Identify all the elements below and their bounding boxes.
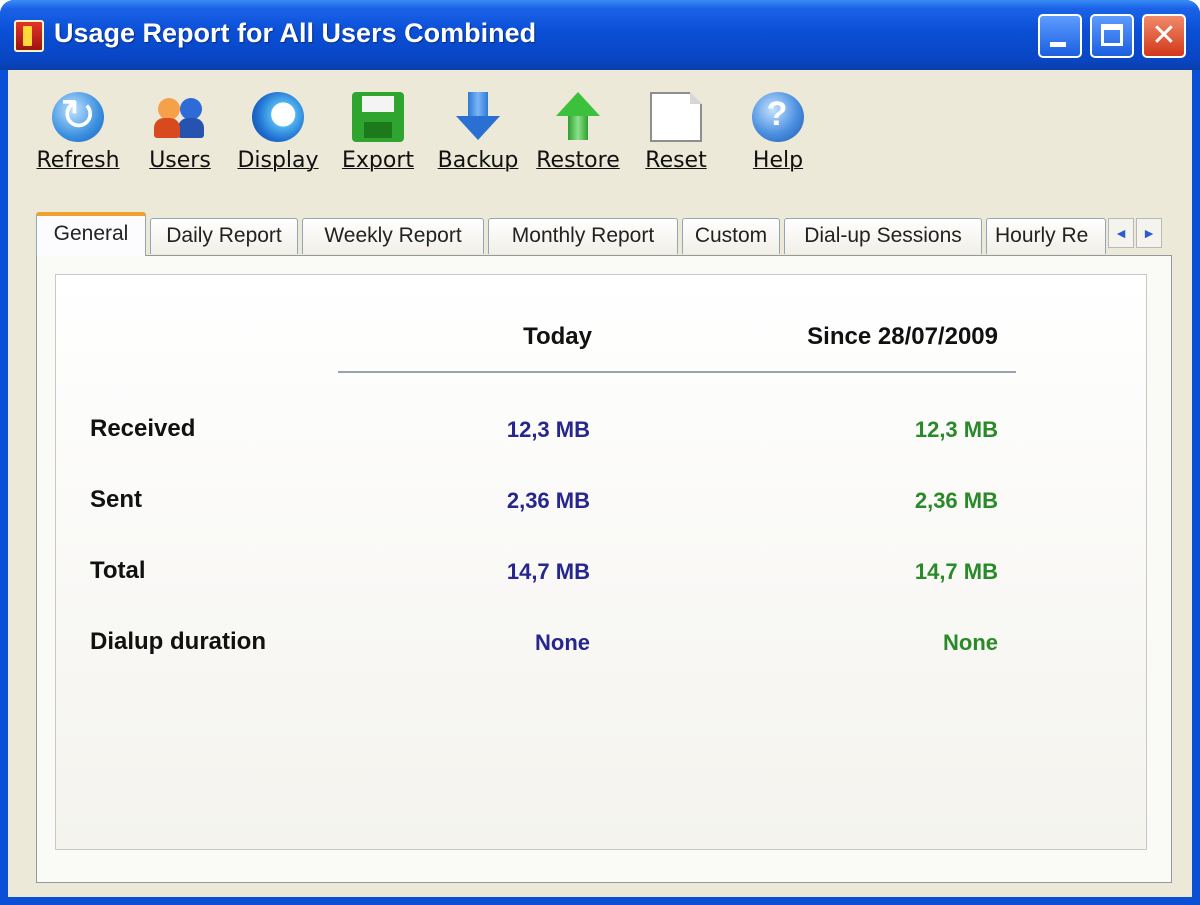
reset-button[interactable]: Reset [624,92,728,192]
row-label-dialup-duration: Dialup duration [90,628,266,655]
arrow-up-icon [552,92,604,142]
sent-today-value: 2,36 MB [506,488,590,513]
usage-report-window: Usage Report for All Users Combined ✕ Re… [0,0,1200,905]
dialup-since-value: None [943,630,998,655]
sent-since-value: 2,36 MB [914,488,998,513]
refresh-icon [52,90,104,142]
tab-monthly-report[interactable]: Monthly Report [488,218,678,254]
save-icon [352,92,404,142]
tab-custom[interactable]: Custom [682,218,780,254]
tab-dial-up-sessions[interactable]: Dial-up Sessions [784,218,982,254]
tab-general[interactable]: General [36,212,146,256]
restore-button[interactable]: Restore [526,92,630,192]
general-panel: Today Since 28/07/2009 Received 12,3 MB … [55,274,1147,850]
backup-label: Backup [437,148,519,173]
total-since-value: 14,7 MB [914,559,998,584]
toolbar: Refresh Users Display Export Backup Rest… [8,70,1192,200]
tab-content: Today Since 28/07/2009 Received 12,3 MB … [36,255,1172,883]
restore-label: Restore [536,148,620,173]
display-label: Display [237,148,319,173]
display-icon [252,92,304,142]
users-button[interactable]: Users [128,92,232,192]
export-label: Export [341,148,414,173]
tab-scroll-right-icon[interactable]: ► [1136,218,1162,248]
received-since-value: 12,3 MB [914,417,998,442]
column-header-since: Since 28/07/2009 [807,323,998,350]
app-icon[interactable] [14,20,44,52]
close-icon: ✕ [1151,19,1177,52]
tab-hourly-report[interactable]: Hourly Re [986,218,1106,254]
arrow-down-icon [452,92,504,142]
total-today-value: 14,7 MB [506,559,590,584]
maximize-icon [1101,24,1123,46]
dialup-today-value: None [535,630,590,655]
header-divider [338,371,1016,373]
tab-strip: General Daily Report Weekly Report Month… [36,212,1181,256]
export-button[interactable]: Export [326,92,430,192]
help-icon [752,92,804,142]
close-button[interactable]: ✕ [1142,14,1186,58]
display-button[interactable]: Display [226,92,330,192]
users-label: Users [149,148,211,173]
title-bar[interactable]: Usage Report for All Users Combined ✕ [0,0,1200,70]
help-label: Help [752,148,804,173]
blank-page-icon [650,92,702,142]
minimize-button[interactable] [1038,14,1082,58]
tab-daily-report[interactable]: Daily Report [150,218,298,254]
tab-scroll-left-icon[interactable]: ◄ [1108,218,1134,248]
received-today-value: 12,3 MB [506,417,590,442]
row-label-total: Total [90,557,146,584]
row-label-sent: Sent [90,486,143,513]
help-button[interactable]: Help [726,92,830,192]
maximize-button[interactable] [1090,14,1134,58]
refresh-button[interactable]: Refresh [26,90,130,192]
backup-button[interactable]: Backup [426,92,530,192]
minimize-icon [1050,42,1066,47]
window-title: Usage Report for All Users Combined [54,18,537,48]
client-area: Refresh Users Display Export Backup Rest… [8,70,1192,897]
users-icon [154,92,206,142]
reset-label: Reset [645,148,707,173]
column-header-today: Today [523,323,592,350]
row-label-received: Received [90,415,196,442]
tab-weekly-report[interactable]: Weekly Report [302,218,484,254]
refresh-label: Refresh [36,148,120,173]
